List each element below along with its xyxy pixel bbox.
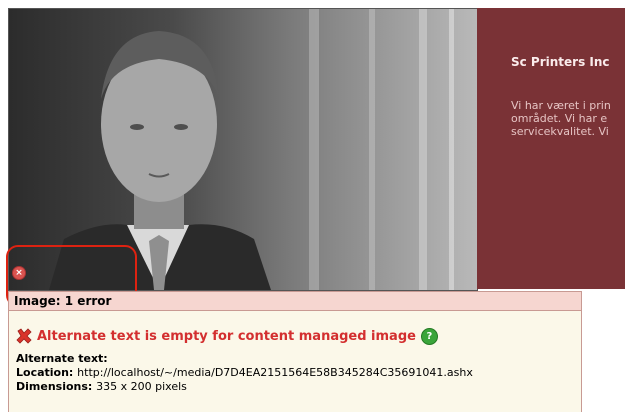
company-banner: Sc Printers Inc Vi har været i prin områ… xyxy=(477,8,625,289)
description-line: servicekvalitet. Vi xyxy=(511,125,609,138)
location-label: Location: xyxy=(16,366,78,379)
man-portrait-image xyxy=(49,9,454,290)
error-icon[interactable]: × xyxy=(12,266,26,280)
dimensions-row: Dimensions: 335 x 200 pixels xyxy=(16,380,187,393)
error-message: Alternate text is empty for content mana… xyxy=(37,328,416,344)
alternate-text-row: Alternate text: xyxy=(16,352,108,365)
dimensions-value: 335 x 200 pixels xyxy=(96,380,187,393)
dimensions-label: Dimensions: xyxy=(16,380,97,393)
red-x-icon xyxy=(16,328,32,344)
alternate-text-label: Alternate text: xyxy=(16,352,108,365)
hero-photo xyxy=(8,8,478,291)
location-value: http://localhost/~/media/D7D4EA2151564E5… xyxy=(77,366,473,379)
image-error-panel: Alternate text is empty for content mana… xyxy=(8,311,582,412)
error-title-row: Alternate text is empty for content mana… xyxy=(15,327,438,345)
image-error-header: Image: 1 error xyxy=(8,291,582,311)
location-row: Location: http://localhost/~/media/D7D4E… xyxy=(16,366,473,379)
company-name: Sc Printers Inc xyxy=(511,55,610,69)
company-description: Vi har været i prin området. Vi har e se… xyxy=(511,99,611,138)
help-icon[interactable]: ? xyxy=(420,327,438,345)
description-line: Vi har været i prin xyxy=(511,99,611,112)
description-line: området. Vi har e xyxy=(511,112,608,125)
